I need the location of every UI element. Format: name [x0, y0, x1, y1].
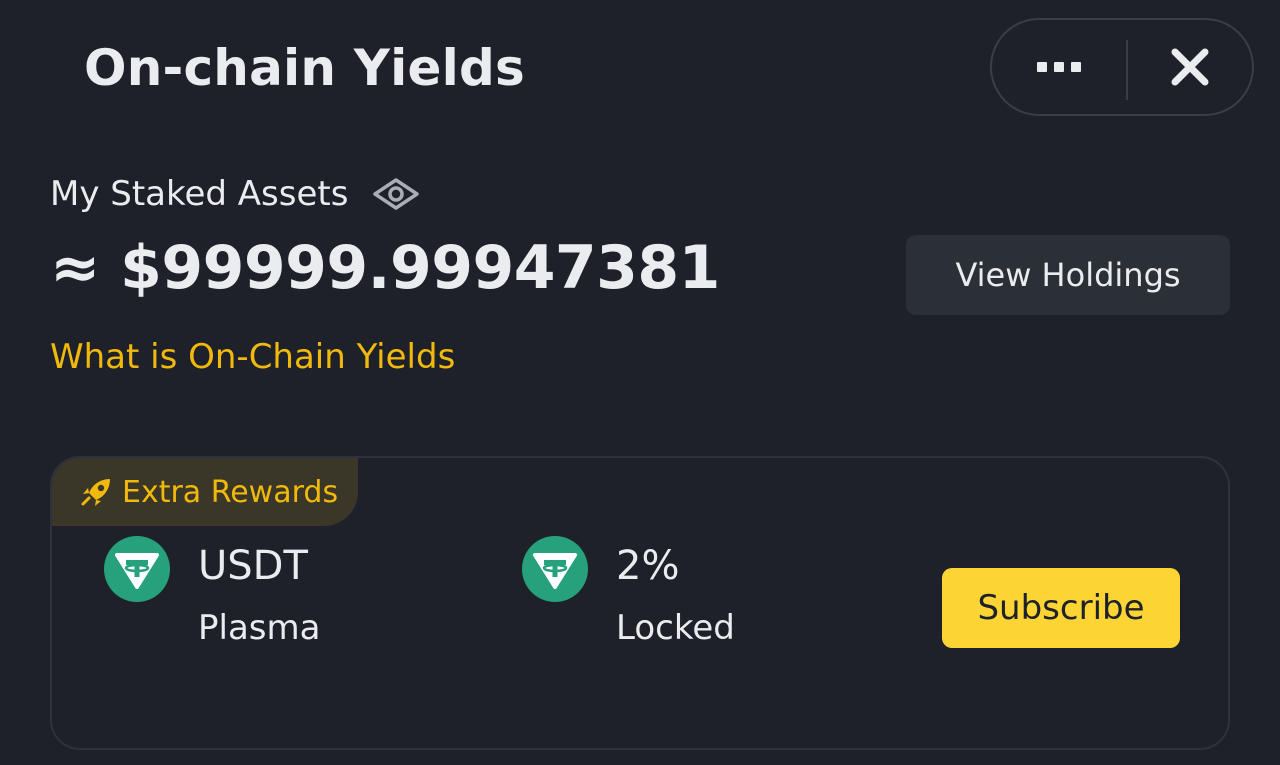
what-is-on-chain-yields-link[interactable]: What is On-Chain Yields	[50, 334, 455, 380]
asset-text: USDT Plasma	[198, 536, 320, 656]
close-button[interactable]	[1128, 20, 1252, 114]
subscribe-button[interactable]: Subscribe	[942, 568, 1180, 648]
apr-info: 2% Locked	[522, 536, 735, 656]
tether-icon	[522, 536, 588, 602]
apr-term: Locked	[616, 608, 735, 648]
apr-value: 2%	[616, 543, 680, 589]
more-button[interactable]	[992, 20, 1126, 114]
tether-icon	[104, 536, 170, 602]
apr-text: 2% Locked	[616, 536, 735, 656]
asset-network: Plasma	[198, 608, 321, 648]
staked-assets-label: My Staked Assets	[50, 174, 349, 214]
product-card: Extra Rewards USDT Plasma 2% Locked Subs…	[50, 456, 1230, 750]
top-actions-capsule	[990, 18, 1254, 116]
staked-amount: ≈ $99999.99947381	[50, 233, 720, 303]
rocket-icon	[81, 479, 110, 506]
asset-symbol: USDT	[198, 543, 308, 589]
page-title: On-chain Yields	[84, 39, 525, 97]
extra-rewards-label: Extra Rewards	[122, 474, 339, 510]
extra-rewards-tag: Extra Rewards	[52, 458, 358, 526]
eye-icon[interactable]	[372, 177, 420, 211]
staked-assets-header: My Staked Assets	[50, 170, 420, 218]
asset-info: USDT Plasma	[104, 536, 320, 656]
more-horizontal-icon	[1037, 62, 1081, 72]
close-icon	[1171, 48, 1209, 86]
on-chain-yields-page: On-chain Yields My Staked Assets ≈ $9999…	[0, 0, 1280, 765]
view-holdings-button[interactable]: View Holdings	[906, 235, 1230, 315]
